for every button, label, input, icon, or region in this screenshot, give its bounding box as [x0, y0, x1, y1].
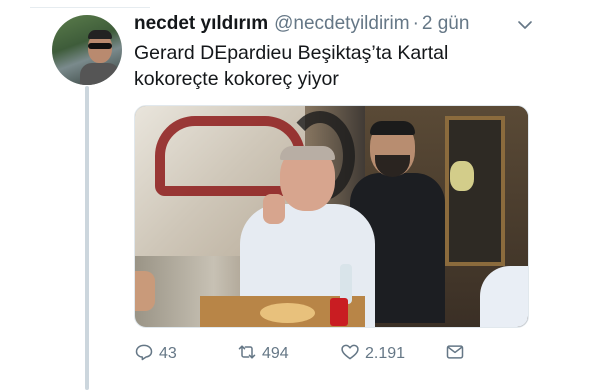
direct-message-button[interactable] [445, 343, 465, 365]
thread-line [85, 86, 89, 390]
photo-can [330, 298, 348, 326]
top-divider [30, 0, 150, 8]
photo-vase [450, 161, 474, 191]
tweet-header: necdet yıldırım @necdetyildirim · 2 gün [134, 13, 469, 37]
author-handle[interactable]: @necdetyildirim [274, 13, 409, 35]
reply-icon [134, 342, 154, 367]
tweet-text: Gerard DEpardieu Beşiktaş’ta Kartal koko… [134, 40, 554, 92]
author-name[interactable]: necdet yıldırım [134, 13, 268, 35]
tweet-text-line: kokoreçte kokoreç yiyor [134, 68, 339, 90]
like-button[interactable]: 2.191 [340, 343, 405, 365]
avatar[interactable] [52, 15, 122, 85]
tweet[interactable]: necdet yıldırım @necdetyildirim · 2 gün … [0, 0, 611, 390]
avatar-shirt [80, 63, 120, 85]
like-count: 2.191 [365, 345, 406, 362]
retweet-button[interactable]: 494 [237, 343, 289, 365]
reply-count: 43 [159, 345, 177, 362]
tweet-actions: 43 494 2.191 [134, 343, 494, 365]
tweet-text-line: Gerard DEpardieu Beşiktaş’ta Kartal [134, 42, 449, 64]
photo-arm [480, 266, 528, 327]
avatar-glasses [88, 43, 112, 49]
photo-door [445, 116, 505, 266]
retweet-icon [237, 342, 257, 367]
heart-icon [340, 342, 360, 367]
photo-arm [135, 271, 155, 311]
retweet-count: 494 [262, 345, 289, 362]
photo-plate [260, 303, 315, 323]
envelope-icon [445, 342, 465, 367]
tweet-photo[interactable] [134, 105, 529, 328]
chevron-down-icon[interactable] [516, 16, 534, 34]
separator-dot: · [412, 13, 419, 34]
avatar-hair [88, 30, 112, 39]
reply-button[interactable]: 43 [134, 343, 177, 365]
tweet-time[interactable]: 2 gün [422, 13, 470, 35]
